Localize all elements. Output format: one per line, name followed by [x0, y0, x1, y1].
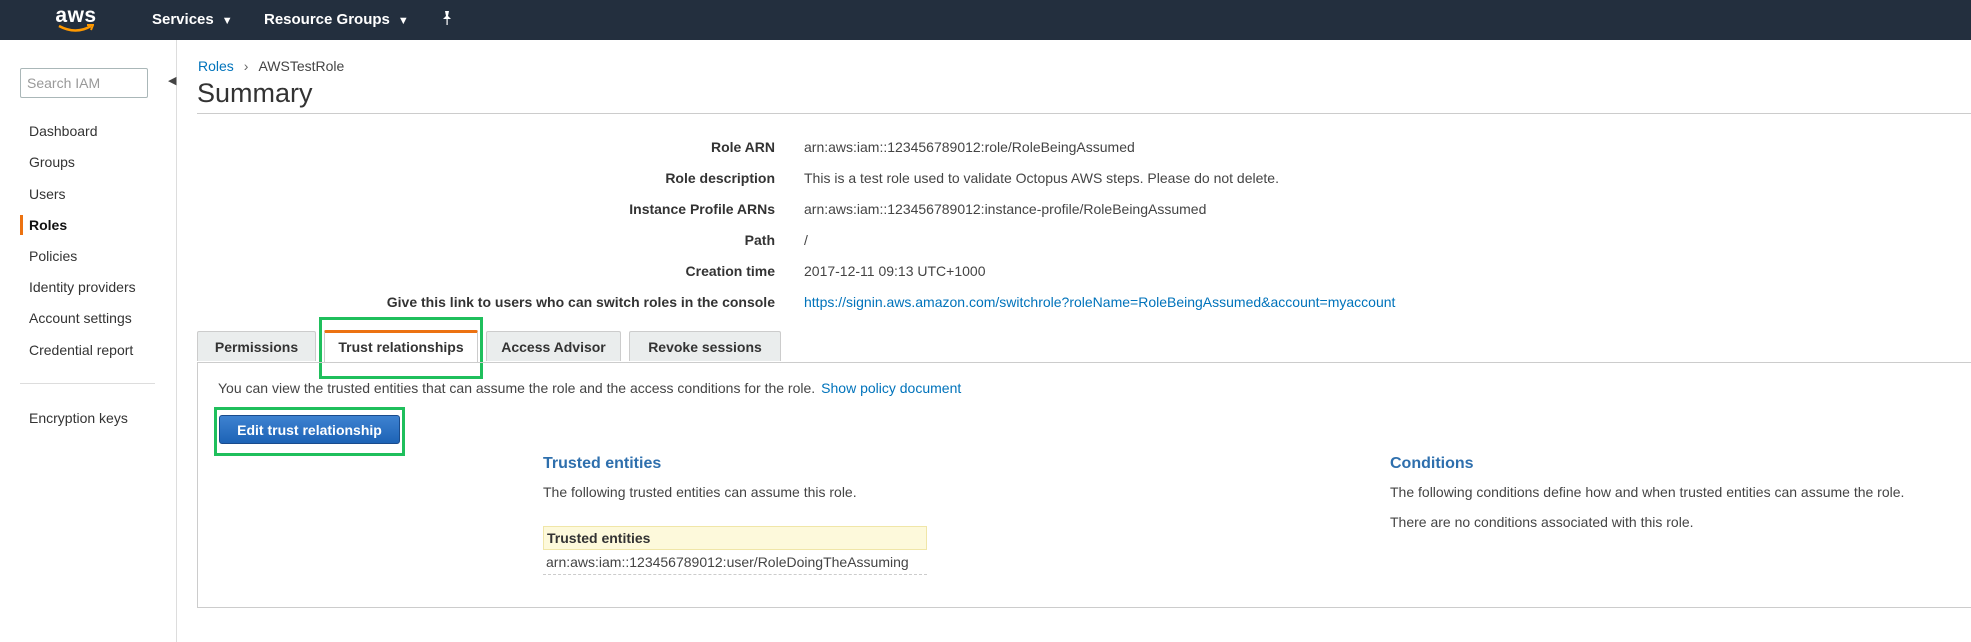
trust-intro: You can view the trusted entities that c…	[218, 380, 961, 396]
instance-profile-label: Instance Profile ARNs	[629, 201, 775, 217]
trusted-entities-table: Trusted entities arn:aws:iam::1234567890…	[543, 526, 927, 575]
active-indicator	[20, 215, 23, 235]
summary-panel: Role ARN arn:aws:iam::123456789012:role/…	[197, 122, 1971, 312]
role-arn-value: arn:aws:iam::123456789012:role/RoleBeing…	[804, 139, 1135, 155]
chevron-down-icon: ▼	[221, 15, 233, 27]
conditions-heading: Conditions	[1390, 455, 1474, 472]
resource-groups-label: Resource Groups	[264, 11, 390, 28]
sidebar-item-roles[interactable]: Roles	[29, 217, 67, 233]
collapse-sidebar-icon[interactable]: ◀	[168, 74, 178, 92]
sidebar-item-policies[interactable]: Policies	[29, 248, 77, 264]
conditions-desc: The following conditions define how and …	[1390, 484, 1905, 500]
path-label: Path	[744, 232, 775, 248]
sidebar-item-users[interactable]: Users	[29, 186, 66, 202]
sidebar-item-identity-providers[interactable]: Identity providers	[29, 279, 136, 295]
resource-groups-menu[interactable]: Resource Groups ▼	[264, 11, 409, 28]
sidebar-item-groups[interactable]: Groups	[29, 154, 75, 170]
sidebar-item-dashboard[interactable]: Dashboard	[29, 123, 98, 139]
show-policy-document-link[interactable]: Show policy document	[821, 380, 961, 396]
switch-role-link-label: Give this link to users who can switch r…	[386, 294, 775, 310]
services-menu[interactable]: Services ▼	[152, 11, 233, 28]
trusted-entities-desc: The following trusted entities can assum…	[543, 484, 857, 500]
page-title: Summary	[197, 78, 313, 108]
path-value: /	[804, 232, 808, 248]
sidebar-divider	[20, 383, 155, 384]
instance-profile-value: arn:aws:iam::123456789012:instance-profi…	[804, 201, 1207, 217]
aws-smile-icon	[58, 24, 94, 32]
breadcrumb-roles-link[interactable]: Roles	[198, 58, 234, 74]
trust-intro-text: You can view the trusted entities that c…	[218, 380, 816, 396]
search-input[interactable]	[20, 68, 148, 98]
top-nav: aws Services ▼ Resource Groups ▼	[0, 0, 1971, 40]
table-row: arn:aws:iam::123456789012:user/RoleDoing…	[543, 550, 927, 575]
role-description-label: Role description	[665, 170, 775, 186]
tab-trust-relationships[interactable]: Trust relationships	[324, 330, 478, 363]
edit-trust-relationship-button[interactable]: Edit trust relationship	[219, 415, 400, 444]
role-description-value: This is a test role used to validate Oct…	[804, 170, 1279, 186]
sidebar-item-account-settings[interactable]: Account settings	[29, 310, 132, 326]
tab-permissions[interactable]: Permissions	[197, 331, 316, 361]
table-header: Trusted entities	[543, 526, 927, 550]
aws-logo[interactable]: aws	[54, 4, 98, 36]
role-arn-label: Role ARN	[710, 139, 775, 155]
conditions-none-text: There are no conditions associated with …	[1390, 514, 1694, 530]
switch-role-link[interactable]: https://signin.aws.amazon.com/switchrole…	[804, 294, 1395, 310]
trusted-entities-heading: Trusted entities	[543, 455, 662, 472]
breadcrumb-separator-icon: ›	[243, 58, 249, 74]
pin-icon[interactable]	[440, 10, 454, 31]
breadcrumb-current: AWSTestRole	[258, 58, 345, 74]
creation-time-label: Creation time	[685, 263, 775, 279]
tab-revoke-sessions[interactable]: Revoke sessions	[629, 331, 781, 361]
sidebar-item-credential-report[interactable]: Credential report	[29, 342, 133, 358]
title-divider	[197, 113, 1971, 114]
creation-time-value: 2017-12-11 09:13 UTC+1000	[804, 263, 986, 279]
breadcrumb: Roles › AWSTestRole	[198, 58, 344, 74]
services-label: Services	[152, 11, 214, 28]
sidebar-item-encryption-keys[interactable]: Encryption keys	[29, 410, 128, 426]
tab-access-advisor[interactable]: Access Advisor	[486, 331, 621, 361]
chevron-down-icon: ▼	[397, 15, 409, 27]
